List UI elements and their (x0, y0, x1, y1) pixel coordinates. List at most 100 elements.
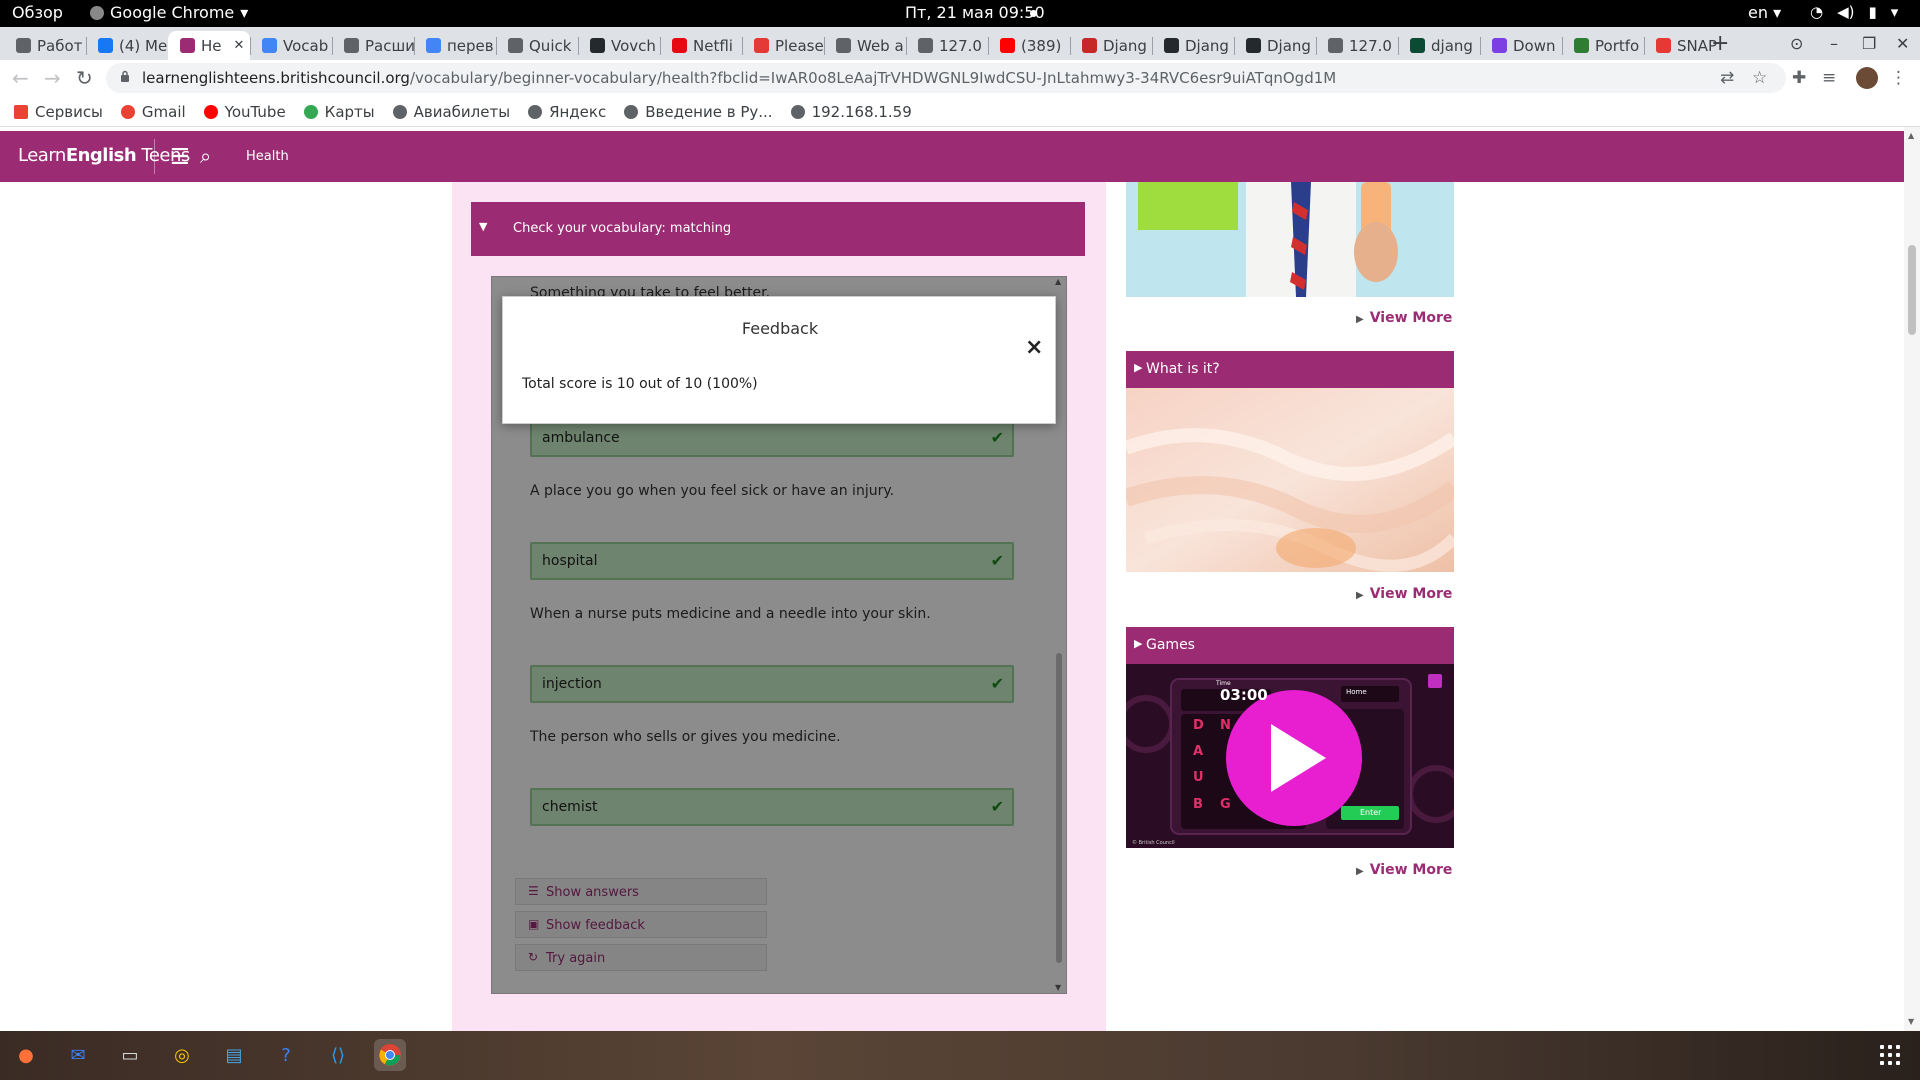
tab-label: Down (1513, 36, 1556, 55)
tab-label: Работ (37, 36, 83, 55)
bookmark-star-icon[interactable]: ☆ (1752, 68, 1767, 88)
browser-tab[interactable]: 127.0 (1316, 31, 1398, 60)
thunderbird-icon[interactable]: ✉ (62, 1039, 94, 1071)
new-tab-button[interactable]: + (1711, 31, 1729, 56)
browser-tab[interactable]: djang (1398, 31, 1480, 60)
bookmark-item[interactable]: Сервисы (14, 103, 103, 121)
browser-tab[interactable]: He ✕ (168, 31, 250, 60)
search-icon[interactable]: ⌕ (200, 144, 211, 168)
activities-button[interactable]: Обзор (12, 3, 63, 22)
reload-icon[interactable]: ↻ (76, 66, 93, 90)
logo-learn: Learn (18, 145, 66, 166)
favicon-icon (344, 38, 359, 53)
game-letter: U (1193, 770, 1204, 785)
chrome-dock-icon[interactable] (374, 1039, 406, 1071)
clock[interactable]: Пт, 21 мая 09:50 (905, 3, 1045, 22)
browser-tab[interactable]: Djang (1234, 31, 1316, 60)
browser-tab[interactable]: Djang (1152, 31, 1234, 60)
rhythmbox-icon[interactable]: ◎ (166, 1039, 198, 1071)
game-home-label: Home (1346, 688, 1367, 696)
page-scrollbar[interactable]: ▲ ▼ (1904, 127, 1920, 1031)
section-title: Games (1146, 637, 1195, 653)
files-icon[interactable]: ▭ (114, 1039, 146, 1071)
favicon-icon (262, 38, 277, 53)
sidebar-section-header[interactable]: ▶ What is it? (1126, 351, 1454, 388)
browser-tab[interactable]: Djang (1070, 31, 1152, 60)
browser-tab[interactable]: Netfli (660, 31, 742, 60)
page-viewport: LearnEnglish Teens ☰ ⌕ Health ▼ Check yo… (0, 127, 1920, 1031)
more-menu-icon[interactable]: ⋮ (1890, 68, 1907, 88)
profile-avatar[interactable] (1856, 67, 1878, 89)
restore-icon[interactable]: ❐ (1862, 34, 1876, 53)
bookmark-item[interactable]: Яндекс (528, 103, 606, 121)
favicon-icon (590, 38, 605, 53)
browser-tab[interactable]: перев (414, 31, 496, 60)
bookmark-item[interactable]: Карты (303, 103, 375, 121)
tab-search-icon[interactable]: ⊙ (1790, 34, 1803, 53)
extensions-icon[interactable]: ✚ (1792, 68, 1806, 88)
browser-tab[interactable]: Portfo (1562, 31, 1644, 60)
tab-label: He (201, 36, 222, 55)
bookmark-item[interactable]: Gmail (120, 103, 186, 121)
favicon-icon (1164, 38, 1179, 53)
browser-tab[interactable]: Quick (496, 31, 578, 60)
app-menu[interactable]: Google Chrome ▾ (90, 3, 248, 22)
system-tray[interactable]: ◔ ◀) ▮ ▾ (1810, 3, 1898, 21)
play-icon[interactable] (1265, 714, 1325, 802)
bookmark-item[interactable]: Введение в Ру... (624, 102, 773, 121)
bookmark-favicon-icon (790, 104, 805, 119)
bookmark-label: Авиабилеты (413, 102, 511, 121)
bookmark-favicon-icon (303, 104, 318, 119)
forward-icon[interactable]: → (44, 66, 61, 90)
media-control-icon[interactable]: ≡ (1822, 68, 1836, 88)
browser-tab[interactable]: Vovch (578, 31, 660, 60)
help-icon[interactable]: ? (270, 1039, 302, 1071)
firefox-icon[interactable]: ● (10, 1039, 42, 1071)
scroll-up-icon[interactable]: ▲ (1908, 131, 1914, 140)
browser-tab[interactable]: Vocab (250, 31, 332, 60)
game-thumbnail[interactable]: Time 03:00 Home D N A U B G Enter © Brit… (1126, 664, 1454, 848)
browser-tab[interactable]: Down (1480, 31, 1562, 60)
browser-tab[interactable]: (389) (988, 31, 1070, 60)
what-is-it-image[interactable] (1126, 388, 1454, 572)
bookmark-label: 192.168.1.59 (811, 102, 912, 121)
sidebar-section-header[interactable]: ▶ Games (1126, 627, 1454, 664)
browser-tab[interactable]: Расши (332, 31, 414, 60)
bookmark-item[interactable]: YouTube (203, 103, 286, 121)
browser-tab[interactable]: 127.0 (906, 31, 988, 60)
breadcrumb[interactable]: Health (246, 149, 289, 164)
bookmark-item[interactable]: Авиабилеты (392, 102, 511, 121)
translate-icon[interactable]: ⇄ (1720, 68, 1734, 88)
tab-label: 127.0 (939, 36, 982, 55)
close-window-icon[interactable]: ✕ (1896, 34, 1909, 53)
close-tab-icon[interactable]: ✕ (234, 38, 245, 53)
show-applications-icon[interactable] (1880, 1045, 1900, 1065)
minimize-icon[interactable]: – (1830, 34, 1838, 53)
favicon-icon (98, 38, 113, 53)
accordion-header[interactable]: ▼ Check your vocabulary: matching (471, 202, 1085, 256)
favicon-icon (426, 38, 441, 53)
vscode-icon[interactable]: ⟨⟩ (322, 1039, 354, 1071)
browser-tab[interactable]: Web a (824, 31, 906, 60)
browser-tab[interactable]: Please (742, 31, 824, 60)
view-more-link[interactable]: ▶ View More (1356, 862, 1452, 878)
bookmark-favicon-icon (624, 104, 639, 119)
hamburger-menu-icon[interactable]: ☰ (170, 145, 190, 170)
address-bar[interactable]: learnenglishteens.britishcouncil.org/voc… (106, 63, 1786, 93)
view-more-link[interactable]: ▶ View More (1356, 586, 1452, 602)
scroll-down-icon[interactable]: ▼ (1908, 1017, 1914, 1026)
scrollbar-thumb[interactable] (1908, 245, 1916, 335)
site-logo[interactable]: LearnEnglish Teens (18, 145, 190, 166)
close-icon[interactable]: × (1025, 337, 1043, 359)
browser-tab[interactable]: (4) Me (86, 31, 168, 60)
view-more-link[interactable]: ▶ View More (1356, 310, 1452, 326)
bookmark-item[interactable]: 192.168.1.59 (790, 102, 912, 121)
input-language[interactable]: en ▾ (1748, 3, 1781, 22)
article-thumbnail[interactable] (1126, 182, 1454, 297)
back-icon[interactable]: ← (12, 66, 29, 90)
browser-tab[interactable]: Работ (4, 31, 86, 60)
game-enter-label: Enter (1360, 808, 1382, 817)
tab-label: Djang (1267, 36, 1311, 55)
writer-icon[interactable]: ▤ (218, 1039, 250, 1071)
bookmark-label: Введение в Ру... (645, 102, 773, 121)
